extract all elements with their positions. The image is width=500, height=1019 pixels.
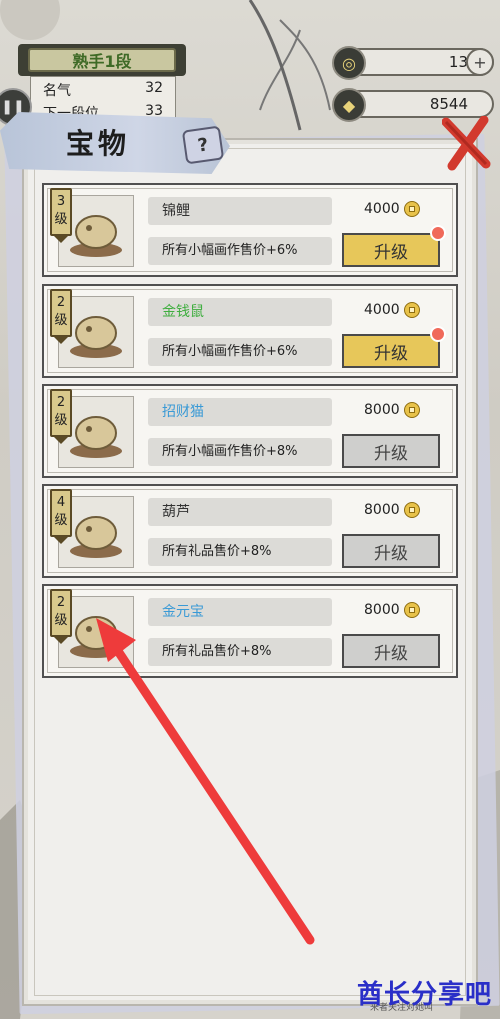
item-name: 金元宝 bbox=[148, 598, 332, 626]
level-badge: 4 级 bbox=[50, 489, 72, 544]
item-description: 所有礼品售价+8% bbox=[148, 538, 332, 566]
item-price: 8000 bbox=[364, 602, 420, 618]
treasure-item: 2 级 招财猫 所有小幅画作售价+8% 8000 升级 bbox=[42, 384, 458, 478]
coin-icon: ◆ bbox=[332, 88, 366, 122]
upgrade-button[interactable]: 升级 bbox=[342, 334, 440, 368]
stat-row-fame: 名气 32 bbox=[31, 77, 175, 100]
notification-dot bbox=[430, 225, 446, 241]
stat-label: 名气 bbox=[43, 83, 71, 99]
ink-swirl-icon: ◎ bbox=[332, 46, 366, 80]
coin-icon bbox=[403, 602, 420, 618]
item-description: 所有小幅画作售价+8% bbox=[148, 438, 332, 466]
close-icon[interactable] bbox=[442, 116, 492, 172]
coin-value: 8544 bbox=[429, 95, 468, 113]
rank-label: 熟手1段 bbox=[28, 48, 176, 72]
price-value: 8000 bbox=[364, 402, 400, 418]
coin-icon bbox=[403, 302, 420, 318]
item-price: 8000 bbox=[364, 502, 420, 518]
level-badge: 3 级 bbox=[50, 188, 72, 243]
item-name: 葫芦 bbox=[148, 498, 332, 526]
resource-bar-ink: ◎ 13 + bbox=[332, 46, 494, 80]
resource-bar-coins: ◆ 8544 bbox=[332, 88, 494, 122]
level-badge: 2 级 bbox=[50, 289, 72, 344]
panel-title: 宝物 bbox=[66, 127, 131, 160]
upgrade-button[interactable]: 升级 bbox=[342, 233, 440, 267]
price-value: 4000 bbox=[364, 302, 400, 318]
upgrade-button[interactable]: 升级 bbox=[342, 634, 440, 668]
price-value: 8000 bbox=[364, 602, 400, 618]
item-description: 所有礼品售价+8% bbox=[148, 638, 332, 666]
upgrade-button[interactable]: 升级 bbox=[342, 534, 440, 568]
item-price: 4000 bbox=[364, 302, 420, 318]
stat-value: 32 bbox=[145, 80, 163, 96]
treasure-item: 4 级 葫芦 所有礼品售价+8% 8000 升级 bbox=[42, 484, 458, 578]
treasure-item: 2 级 金钱鼠 所有小幅画作售价+6% 4000 升级 bbox=[42, 284, 458, 378]
add-resource-button[interactable]: + bbox=[466, 48, 494, 76]
item-description: 所有小幅画作售价+6% bbox=[148, 237, 332, 265]
item-name: 锦鲤 bbox=[148, 197, 332, 225]
level-badge: 2 级 bbox=[50, 389, 72, 444]
level-badge: 2 级 bbox=[50, 589, 72, 644]
item-description: 所有小幅画作售价+6% bbox=[148, 338, 332, 366]
item-price: 4000 bbox=[364, 201, 420, 217]
treasure-item: 3 级 锦鲤 所有小幅画作售价+6% 4000 升级 bbox=[42, 183, 458, 277]
watermark: 酋长分享吧 bbox=[356, 980, 492, 1010]
coin-icon bbox=[403, 402, 420, 418]
treasure-item: 2 级 金元宝 所有礼品售价+8% 8000 升级 bbox=[42, 584, 458, 678]
price-value: 4000 bbox=[364, 201, 400, 217]
coin-icon bbox=[403, 502, 420, 518]
rank-scroll: 熟手1段 bbox=[18, 44, 186, 76]
notification-dot bbox=[430, 326, 446, 342]
coin-icon bbox=[403, 201, 420, 217]
item-name: 金钱鼠 bbox=[148, 298, 332, 326]
price-value: 8000 bbox=[364, 502, 400, 518]
upgrade-button[interactable]: 升级 bbox=[342, 434, 440, 468]
item-name: 招财猫 bbox=[148, 398, 332, 426]
help-button[interactable]: ? bbox=[181, 125, 225, 165]
item-price: 8000 bbox=[364, 402, 420, 418]
